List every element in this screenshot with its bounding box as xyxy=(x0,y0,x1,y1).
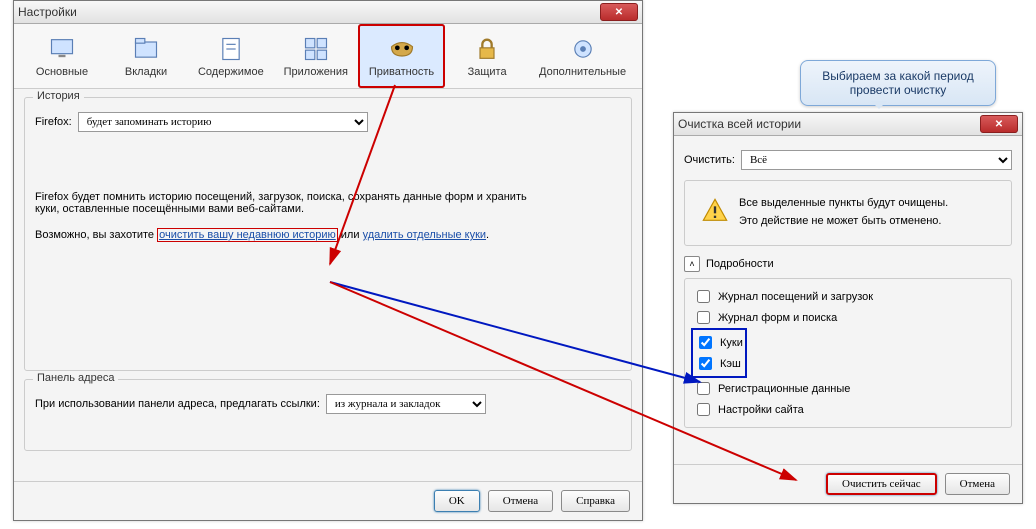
page-icon xyxy=(217,35,245,63)
tab-label: Вкладки xyxy=(125,66,167,78)
warn-text-2: Это действие не может быть отменено. xyxy=(739,215,948,227)
clear-cancel-button[interactable]: Отмена xyxy=(945,473,1010,495)
settings-toolbar: Основные Вкладки Содержимое Приложения П… xyxy=(14,24,642,89)
lock-icon xyxy=(473,35,501,63)
check-label: Журнал форм и поиска xyxy=(718,312,837,324)
tab-label: Основные xyxy=(36,66,88,78)
history-group-title: История xyxy=(33,90,84,102)
clear-now-button[interactable]: Очистить сейчас xyxy=(826,473,937,495)
details-expander[interactable]: ˄ Подробности xyxy=(684,256,1012,272)
close-icon[interactable]: ✕ xyxy=(600,3,638,21)
warning-box: Все выделенные пункты будут очищены. Это… xyxy=(695,191,1001,233)
addressbar-group-title: Панель адреса xyxy=(33,372,118,384)
tab-label: Приватность xyxy=(369,66,434,78)
delete-cookies-link[interactable]: удалить отдельные куки xyxy=(363,229,486,241)
check-label: Журнал посещений и загрузок xyxy=(718,291,873,303)
tab-label: Содержимое xyxy=(198,66,264,78)
ok-button[interactable]: OK xyxy=(434,490,480,512)
tab-general[interactable]: Основные xyxy=(20,24,104,88)
addressbar-label: При использовании панели адреса, предлаг… xyxy=(35,398,320,410)
addressbar-select[interactable]: из журнала и закладок xyxy=(326,394,486,414)
monitor-icon xyxy=(48,35,76,63)
tab-content[interactable]: Содержимое xyxy=(188,24,274,88)
clear-title: Очистка всей истории xyxy=(678,117,980,131)
check-label: Куки xyxy=(720,337,743,349)
clear-period-select[interactable]: Всё xyxy=(741,150,1012,170)
mask-icon xyxy=(388,35,416,63)
cancel-button[interactable]: Отмена xyxy=(488,490,553,512)
warning-icon xyxy=(701,197,729,225)
settings-window: Настройки ✕ Основные Вкладки Содержимое … xyxy=(13,0,643,521)
text: или xyxy=(338,229,363,241)
settings-titlebar: Настройки ✕ xyxy=(14,1,642,24)
check-browsing-history[interactable]: Журнал посещений и загрузок xyxy=(693,287,1003,306)
close-icon[interactable]: ✕ xyxy=(980,115,1018,133)
chevron-up-icon: ˄ xyxy=(684,256,700,272)
history-description: Firefox будет помнить историю посещений,… xyxy=(35,191,621,215)
tab-label: Дополнительные xyxy=(539,66,626,78)
tab-security[interactable]: Защита xyxy=(445,24,529,88)
tab-label: Защита xyxy=(468,66,507,78)
clear-button-row: Очистить сейчас Отмена xyxy=(674,464,1022,503)
check-form-history[interactable]: Журнал форм и поиска xyxy=(693,308,1003,327)
check-cache[interactable]: Кэш xyxy=(695,354,743,373)
folder-icon xyxy=(132,35,160,63)
clear-history-link[interactable]: очистить вашу недавнюю историю xyxy=(157,228,338,242)
settings-button-row: OK Отмена Справка xyxy=(14,481,642,520)
instruction-callout: Выбираем за какой период провести очистк… xyxy=(800,60,996,106)
text: Возможно, вы захотите xyxy=(35,229,157,241)
callout-text: Выбираем за какой период провести очистк… xyxy=(822,69,974,97)
tab-label: Приложения xyxy=(284,66,348,78)
tab-advanced[interactable]: Дополнительные xyxy=(529,24,636,88)
firefox-label: Firefox: xyxy=(35,116,72,128)
tab-tabs[interactable]: Вкладки xyxy=(104,24,188,88)
help-button[interactable]: Справка xyxy=(561,490,630,512)
addressbar-groupbox: Панель адреса При использовании панели а… xyxy=(24,379,632,451)
check-label: Кэш xyxy=(720,358,741,370)
history-mode-select[interactable]: будет запоминать историю xyxy=(78,112,368,132)
history-groupbox: История Firefox: будет запоминать истори… xyxy=(24,97,632,371)
clear-label: Очистить: xyxy=(684,154,735,166)
desc-line: куки, оставленные посещёнными вами веб-с… xyxy=(35,203,304,215)
clear-titlebar: Очистка всей истории ✕ xyxy=(674,113,1022,136)
grid-icon xyxy=(302,35,330,63)
check-logins[interactable]: Регистрационные данные xyxy=(693,379,1003,398)
desc-line: Firefox будет помнить историю посещений,… xyxy=(35,191,527,203)
history-links-line: Возможно, вы захотите очистить вашу неда… xyxy=(35,229,621,241)
check-label: Настройки сайта xyxy=(718,404,804,416)
clear-history-window: Очистка всей истории ✕ Очистить: Всё Все… xyxy=(673,112,1023,504)
check-site-settings[interactable]: Настройки сайта xyxy=(693,400,1003,419)
gear-icon xyxy=(569,35,597,63)
tab-apps[interactable]: Приложения xyxy=(274,24,358,88)
details-label: Подробности xyxy=(706,258,774,270)
text: . xyxy=(486,229,489,241)
check-cookies[interactable]: Куки xyxy=(695,333,743,352)
check-label: Регистрационные данные xyxy=(718,383,850,395)
tab-privacy[interactable]: Приватность xyxy=(358,24,445,88)
settings-title: Настройки xyxy=(18,5,600,19)
warn-text-1: Все выделенные пункты будут очищены. xyxy=(739,197,948,209)
